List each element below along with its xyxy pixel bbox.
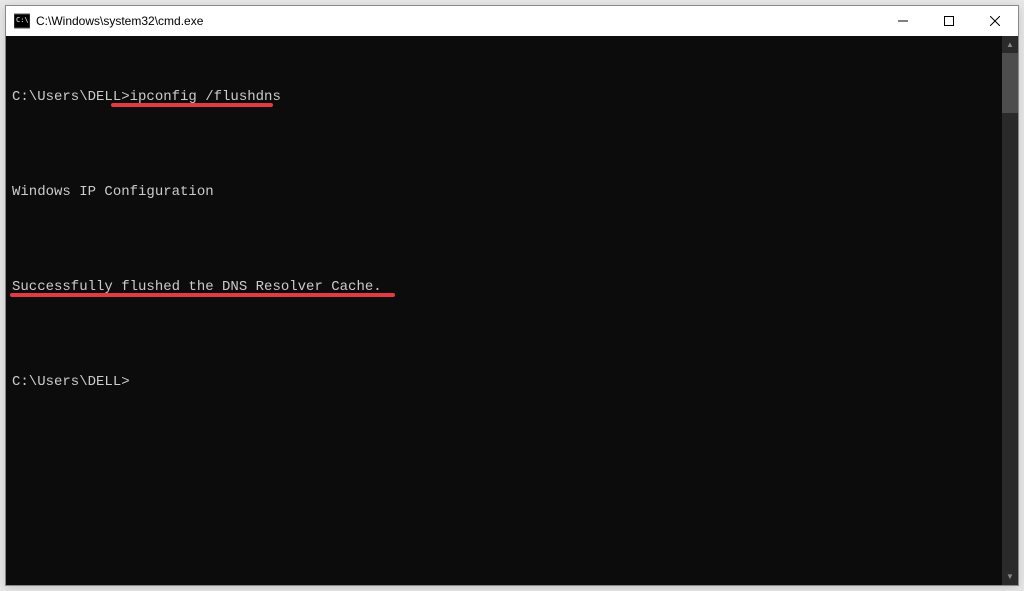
terminal-line: Successfully flushed the DNS Resolver Ca… xyxy=(12,278,1000,297)
terminal-line: C:\Users\DELL> xyxy=(12,373,1000,392)
titlebar[interactable]: C:\ C:\Windows\system32\cmd.exe xyxy=(6,6,1018,36)
window-title: C:\Windows\system32\cmd.exe xyxy=(36,14,880,28)
scroll-up-icon[interactable]: ▲ xyxy=(1002,36,1018,53)
cmd-window: C:\ C:\Windows\system32\cmd.exe C:\Users… xyxy=(5,5,1019,586)
window-controls xyxy=(880,6,1018,36)
terminal-line: C:\Users\DELL>ipconfig /flushdns xyxy=(12,88,1000,107)
annotation-underline-icon xyxy=(111,103,273,107)
terminal-output[interactable]: C:\Users\DELL>ipconfig /flushdns Windows… xyxy=(6,36,1002,585)
cmd-icon: C:\ xyxy=(14,13,30,29)
scroll-down-icon[interactable]: ▼ xyxy=(1002,568,1018,585)
terminal-area: C:\Users\DELL>ipconfig /flushdns Windows… xyxy=(6,36,1018,585)
annotation-underline-icon xyxy=(10,293,395,297)
terminal-line: Windows IP Configuration xyxy=(12,183,1000,202)
scroll-thumb[interactable] xyxy=(1002,53,1018,113)
svg-text:C:\: C:\ xyxy=(16,16,29,24)
close-button[interactable] xyxy=(972,6,1018,36)
maximize-button[interactable] xyxy=(926,6,972,36)
minimize-button[interactable] xyxy=(880,6,926,36)
vertical-scrollbar[interactable]: ▲ ▼ xyxy=(1002,36,1018,585)
